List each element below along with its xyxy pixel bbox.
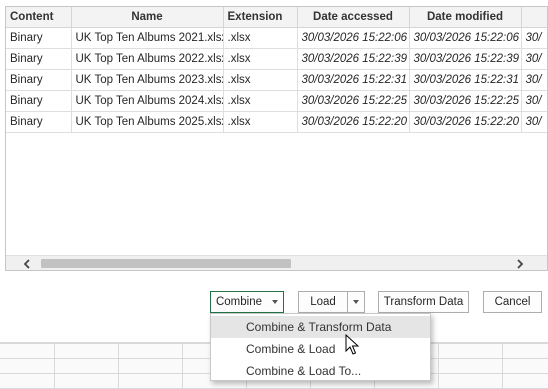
column-header-date-accessed[interactable]: Date accessed <box>297 7 410 28</box>
cell-name[interactable]: UK Top Ten Albums 2021.xlsx <box>71 27 224 49</box>
horizontal-scrollbar[interactable] <box>6 255 547 270</box>
column-header-date-created[interactable]: D <box>521 7 547 28</box>
cell-date-modified[interactable]: 30/03/2026 15:22:39 <box>409 48 522 70</box>
cell-date-accessed[interactable]: 30/03/2026 15:22:20 <box>297 111 410 133</box>
cell-content[interactable]: Binary <box>6 27 72 49</box>
cell-extension[interactable]: .xlsx <box>223 48 298 70</box>
menu-item-combine-load[interactable]: Combine & Load <box>211 338 430 360</box>
cell-date-created[interactable]: 30/ <box>521 48 547 70</box>
chevron-left-icon[interactable] <box>16 256 38 270</box>
scrollbar-thumb[interactable] <box>41 259 291 268</box>
cell-extension[interactable]: .xlsx <box>223 69 298 91</box>
table-row[interactable]: Binary UK Top Ten Albums 2021.xlsx .xlsx 30… <box>6 27 547 49</box>
combine-button[interactable]: Combine <box>210 291 284 313</box>
header-row: Content Name Extension Date accessed Dat… <box>6 7 547 28</box>
combine-dropdown-menu: Combine & Transform Data Combine & Load … <box>210 313 431 381</box>
chevron-right-icon[interactable] <box>509 256 531 270</box>
cell-extension[interactable]: .xlsx <box>223 90 298 112</box>
mouse-pointer-icon <box>345 334 360 355</box>
column-header-extension[interactable]: Extension <box>223 7 298 28</box>
combine-button-label: Combine <box>215 296 263 308</box>
cell-content[interactable]: Binary <box>6 111 72 133</box>
cell-date-created[interactable]: 30/ <box>521 111 547 133</box>
cell-date-modified[interactable]: 30/03/2026 15:22:20 <box>409 111 522 133</box>
load-button-label: Load <box>310 296 336 308</box>
cell-date-modified[interactable]: 30/03/2026 15:22:31 <box>409 69 522 91</box>
caret-down-icon <box>272 300 279 304</box>
menu-item-combine-load-to[interactable]: Combine & Load To... <box>211 360 430 382</box>
cancel-button[interactable]: Cancel <box>483 291 542 313</box>
table-row[interactable]: Binary UK Top Ten Albums 2024.xlsx .xlsx 30… <box>6 90 547 112</box>
caret-down-icon <box>353 300 359 304</box>
transform-data-button[interactable]: Transform Data <box>378 291 469 313</box>
cell-date-created[interactable]: 30/ <box>521 27 547 49</box>
cell-name[interactable]: UK Top Ten Albums 2024.xlsx <box>71 90 224 112</box>
file-preview-table: Content Name Extension Date accessed Dat… <box>5 6 548 271</box>
cell-date-accessed[interactable]: 30/03/2026 15:22:39 <box>297 48 410 70</box>
cell-name[interactable]: UK Top Ten Albums 2025.xlsx <box>71 111 224 133</box>
cell-extension[interactable]: .xlsx <box>223 27 298 49</box>
cell-date-modified[interactable]: 30/03/2026 15:22:25 <box>409 90 522 112</box>
load-button[interactable]: Load <box>298 291 348 313</box>
files-grid: Content Name Extension Date accessed Dat… <box>6 7 547 133</box>
cell-content[interactable]: Binary <box>6 48 72 70</box>
cell-date-created[interactable]: 30/ <box>521 90 547 112</box>
column-header-date-modified[interactable]: Date modified <box>409 7 522 28</box>
cell-date-modified[interactable]: 30/03/2026 15:22:06 <box>409 27 522 49</box>
cell-extension[interactable]: .xlsx <box>223 111 298 133</box>
menu-item-combine-transform[interactable]: Combine & Transform Data <box>211 316 430 338</box>
column-header-name[interactable]: Name <box>71 7 224 28</box>
table-row[interactable]: Binary UK Top Ten Albums 2023.xlsx .xlsx 30… <box>6 69 547 91</box>
cell-name[interactable]: UK Top Ten Albums 2022.xlsx <box>71 48 224 70</box>
cell-name[interactable]: UK Top Ten Albums 2023.xlsx <box>71 69 224 91</box>
cell-content[interactable]: Binary <box>6 69 72 91</box>
load-dropdown-button[interactable] <box>347 291 365 313</box>
table-row[interactable]: Binary UK Top Ten Albums 2025.xlsx .xlsx 30… <box>6 111 547 133</box>
cell-date-created[interactable]: 30/ <box>521 69 547 91</box>
cell-date-accessed[interactable]: 30/03/2026 15:22:31 <box>297 69 410 91</box>
column-header-content[interactable]: Content <box>6 7 72 28</box>
cell-date-accessed[interactable]: 30/03/2026 15:22:06 <box>297 27 410 49</box>
cell-date-accessed[interactable]: 30/03/2026 15:22:25 <box>297 90 410 112</box>
table-row[interactable]: Binary UK Top Ten Albums 2022.xlsx .xlsx 30… <box>6 48 547 70</box>
cell-content[interactable]: Binary <box>6 90 72 112</box>
